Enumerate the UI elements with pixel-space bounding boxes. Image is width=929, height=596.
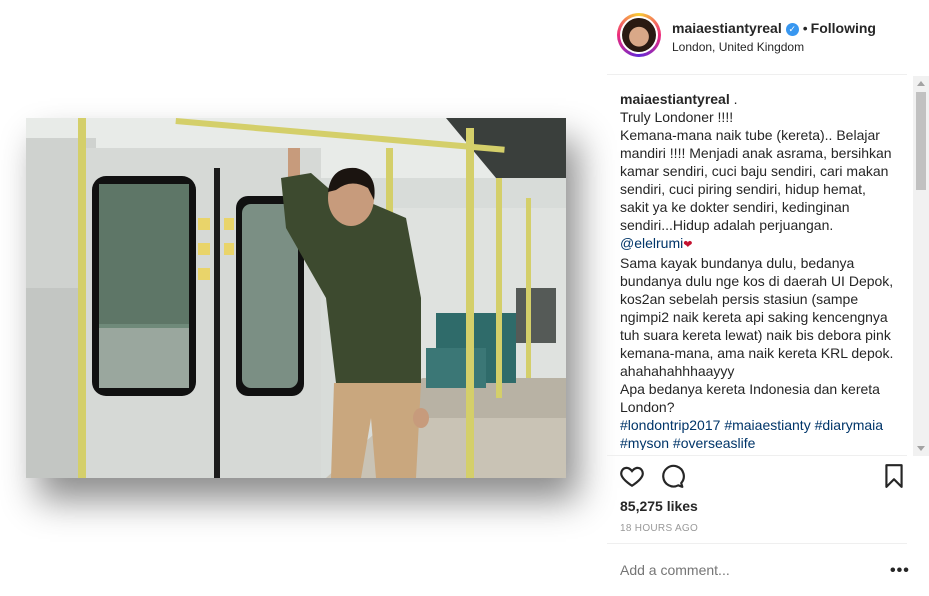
caption-line: bundanya dulu nge kos di daerah UI Depok… xyxy=(620,273,894,289)
post-timestamp[interactable]: 18 HOURS AGO xyxy=(620,523,698,534)
train-interior-photo xyxy=(26,118,566,478)
bookmark-icon[interactable] xyxy=(883,463,905,494)
comment-input[interactable] xyxy=(620,562,870,578)
caption-line: mandiri !!!! Menjadi anak asrama, bersih… xyxy=(620,145,892,161)
caption-line: sendiri...Hidup adalah perjuangan. xyxy=(620,217,834,233)
caption-line: sendiri, cuci piring sendiri, hidup hema… xyxy=(620,181,866,197)
caption: maiaestiantyreal . Truly Londoner !!!! K… xyxy=(620,90,910,450)
separator-dot: • xyxy=(802,20,808,36)
caption-line: kemana-mana, ama naik kereta KRL depok. xyxy=(620,345,894,361)
caption-author-suffix: . xyxy=(729,91,738,107)
caption-line: tuh suara kereta lewat) naik bis debora … xyxy=(620,327,891,343)
username-link[interactable]: maiaestiantyreal xyxy=(672,20,782,36)
likes-count[interactable]: 85,275 likes xyxy=(620,498,698,514)
comment-icon[interactable] xyxy=(659,463,685,494)
caption-line: Kemana-mana naik tube (kereta).. Belajar xyxy=(620,127,880,143)
caption-line: Truly Londoner !!!! xyxy=(620,109,734,125)
hashtag-link[interactable]: #overseaslife xyxy=(673,435,756,450)
post-header: maiaestiantyreal ✓ • Following London, Unit… xyxy=(607,0,907,75)
hashtag-link[interactable]: #diarymaia xyxy=(815,417,883,433)
avatar-image xyxy=(622,18,656,52)
post-panel: maiaestiantyreal ✓ • Following London, Unit… xyxy=(607,0,929,596)
caption-line: sakit ya ke dokter sendiri, kedinginan xyxy=(620,199,850,215)
avatar[interactable] xyxy=(617,13,661,57)
hashtag-link[interactable]: #myson xyxy=(620,435,669,450)
caption-line: kamar sendiri, cuci baju sendiri, cari m… xyxy=(620,163,889,179)
caption-line: kos2an sebelah persis stasiun (sampe xyxy=(620,291,859,307)
mention-link[interactable]: @elelrumi xyxy=(620,235,683,251)
scroll-down-icon[interactable] xyxy=(917,446,925,451)
hashtag-link[interactable]: #maiaestianty xyxy=(724,417,810,433)
verified-icon: ✓ xyxy=(785,23,799,36)
following-button[interactable]: Following xyxy=(811,20,876,36)
caption-line: Sama kayak bundanya dulu, bedanya xyxy=(620,255,855,271)
action-bar xyxy=(619,463,909,491)
caption-author[interactable]: maiaestiantyreal xyxy=(620,91,730,107)
scrollbar-thumb[interactable] xyxy=(916,92,926,190)
heart-emoji-icon: ❤ xyxy=(683,239,693,251)
scroll-up-icon[interactable] xyxy=(917,81,925,86)
divider xyxy=(607,543,907,544)
hashtag-link[interactable]: #londontrip2017 xyxy=(620,417,720,433)
post-photo[interactable] xyxy=(26,118,566,478)
caption-line: Apa bedanya kereta Indonesia dan kereta xyxy=(620,381,880,397)
heart-icon[interactable] xyxy=(619,463,645,494)
caption-line: ahahahahhhaayyy xyxy=(620,363,735,379)
divider xyxy=(607,455,907,456)
caption-line: London? xyxy=(620,399,675,415)
location-link[interactable]: London, United Kingdom xyxy=(672,40,804,54)
caption-scrollbar[interactable] xyxy=(913,76,929,456)
caption-line: ngimpi2 naik kereta api saking kencengny… xyxy=(620,309,888,325)
more-options-icon[interactable]: ••• xyxy=(890,562,910,580)
